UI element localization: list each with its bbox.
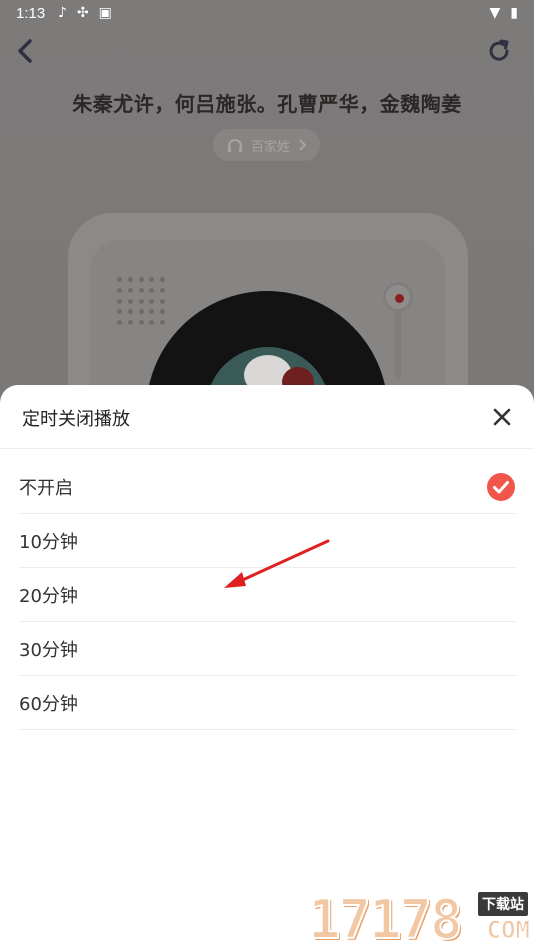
category-pill[interactable]: 百家姓 <box>213 129 320 161</box>
timer-option-30[interactable]: 30分钟 <box>19 622 516 676</box>
close-icon[interactable] <box>490 405 514 429</box>
poem-line: 朱秦尤许，何吕施张。孔曹严华，金魏陶姜 <box>72 92 462 116</box>
sheet-title: 定时关闭播放 <box>22 409 130 430</box>
timer-option-list: 不开启 10分钟 20分钟 30分钟 60分钟 <box>19 460 516 730</box>
watermark-digits: 17178 <box>307 887 464 950</box>
option-label: 20分钟 <box>19 585 78 607</box>
watermark-site: 下载站 <box>478 892 528 916</box>
text-a-icon: ▣ <box>98 5 112 21</box>
headphones-icon <box>227 139 242 152</box>
sync-icon: ✣ <box>76 5 89 21</box>
refresh-icon[interactable] <box>486 38 512 64</box>
site-watermark: 17178 下载站 COM <box>307 886 534 950</box>
wifi-icon: ▼ <box>489 5 501 21</box>
annotation-arrow-icon <box>224 539 330 588</box>
sheet-header: 定时关闭播放 <box>0 385 534 449</box>
option-label: 不开启 <box>19 477 73 499</box>
option-label: 30分钟 <box>19 639 78 661</box>
watermark-domain: COM <box>486 916 530 945</box>
chevron-right-icon <box>299 139 306 151</box>
battery-icon: ▮ <box>510 5 518 21</box>
chevron-left-icon[interactable] <box>14 38 38 64</box>
speaker-grille <box>117 277 167 327</box>
timer-option-60[interactable]: 60分钟 <box>19 676 516 730</box>
sleep-timer-sheet: 定时关闭播放 不开启 10分钟 20分钟 30分钟 60分钟 <box>0 385 534 950</box>
check-circle-icon <box>487 473 515 501</box>
music-note-icon: ♪ <box>58 5 67 21</box>
status-time: 1:13 <box>16 5 46 22</box>
tonearm-knob <box>383 282 413 312</box>
category-label: 百家姓 <box>250 139 290 155</box>
tonearm <box>395 310 401 380</box>
status-notification-icons: ♪ ✣ ▣ <box>58 5 112 21</box>
option-label: 10分钟 <box>19 531 78 553</box>
timer-option-off[interactable]: 不开启 <box>19 460 516 514</box>
status-system-icons: ▼ ▮ <box>490 5 519 21</box>
option-label: 60分钟 <box>19 693 78 715</box>
status-bar: 1:13 ♪ ✣ ▣ ▼ ▮ <box>0 0 534 28</box>
